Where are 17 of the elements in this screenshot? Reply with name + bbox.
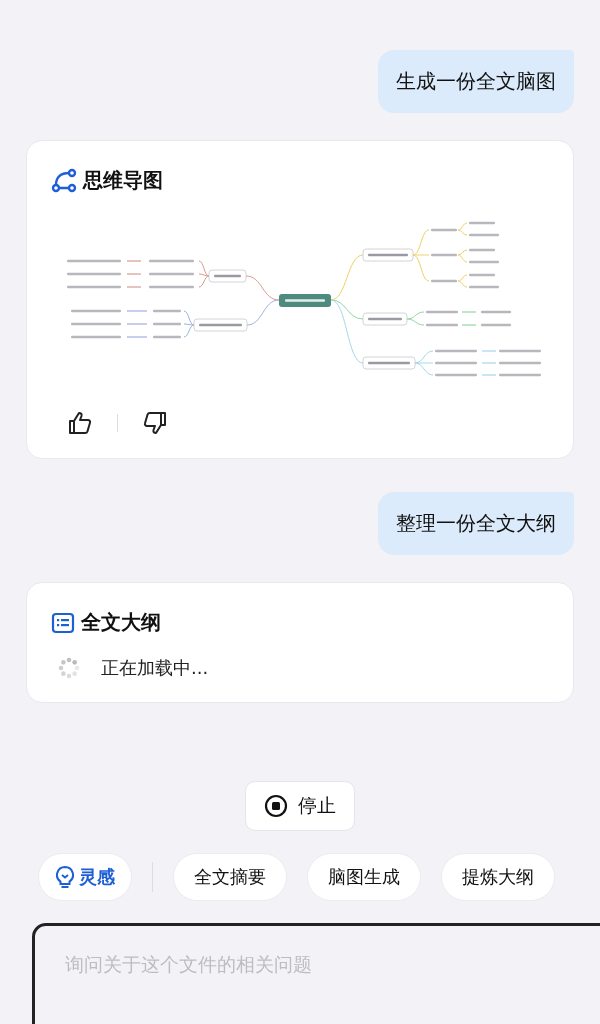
suggestion-chip[interactable]: 脑图生成 xyxy=(307,853,421,901)
stop-icon xyxy=(264,794,288,818)
card-title: 全文大纲 xyxy=(81,609,161,636)
suggestion-chip[interactable]: 提炼大纲 xyxy=(441,853,555,901)
loading-text: 正在加载中... xyxy=(101,656,209,680)
card-title: 思维导图 xyxy=(83,167,163,194)
suggestion-chip[interactable]: 全文摘要 xyxy=(173,853,287,901)
user-message: 生成一份全文脑图 xyxy=(378,50,574,113)
stop-button[interactable]: 停止 xyxy=(245,781,355,831)
list-icon xyxy=(51,610,75,635)
inspiration-chip[interactable]: 灵感 xyxy=(38,853,132,901)
user-message: 整理一份全文大纲 xyxy=(378,492,574,555)
lightbulb-icon xyxy=(55,865,75,889)
thumbs-up-icon[interactable] xyxy=(67,410,93,436)
spinner-icon xyxy=(57,656,81,680)
thumbs-down-icon[interactable] xyxy=(142,410,168,436)
mind-map-icon xyxy=(51,167,77,194)
